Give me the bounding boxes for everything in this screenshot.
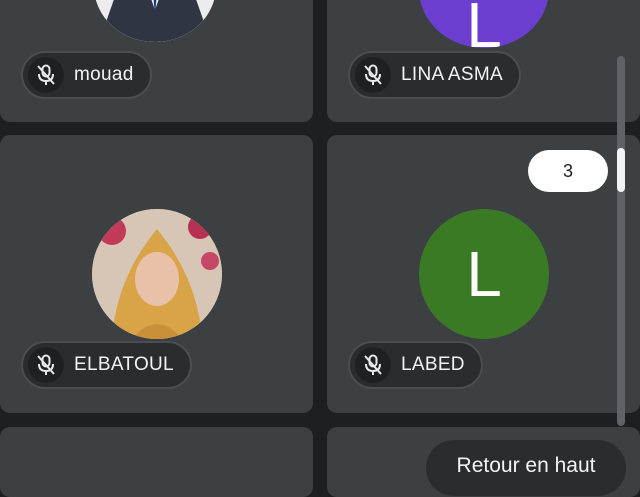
participant-tile-elbatoul[interactable]: ELBATOUL [0,135,313,413]
scrollbar-thumb[interactable] [617,148,625,192]
scroll-page-indicator: 3 [528,150,608,192]
participant-name: mouad [74,64,134,85]
name-pill: LINA ASMA [348,51,521,99]
mic-off-icon [28,57,64,93]
scrollbar-track[interactable] [617,56,625,426]
avatar-letter-labed: L [419,209,549,339]
avatar-letter: L [466,238,502,310]
avatar-letter-lina-asma: L [419,0,549,48]
back-to-top-button[interactable]: Retour en haut [426,440,626,496]
participant-name: LINA ASMA [401,64,503,85]
avatar-photo-mouad [94,0,216,42]
name-pill: mouad [21,51,152,99]
participant-name: LABED [401,354,465,375]
participant-tile-mouad[interactable]: mouad [0,0,313,122]
mic-off-icon [28,347,64,383]
participant-name: ELBATOUL [74,354,174,375]
mic-off-icon [355,57,391,93]
page-number: 3 [562,160,573,181]
participant-tile-lina-asma[interactable]: L LINA ASMA [327,0,640,122]
name-pill: ELBATOUL [21,341,192,389]
mic-off-icon [355,347,391,383]
name-pill: LABED [348,341,483,389]
avatar-letter: L [466,0,502,48]
avatar-photo-elbatoul [92,209,222,339]
participant-tile[interactable] [0,427,313,497]
back-to-top-label: Retour en haut [456,454,596,477]
